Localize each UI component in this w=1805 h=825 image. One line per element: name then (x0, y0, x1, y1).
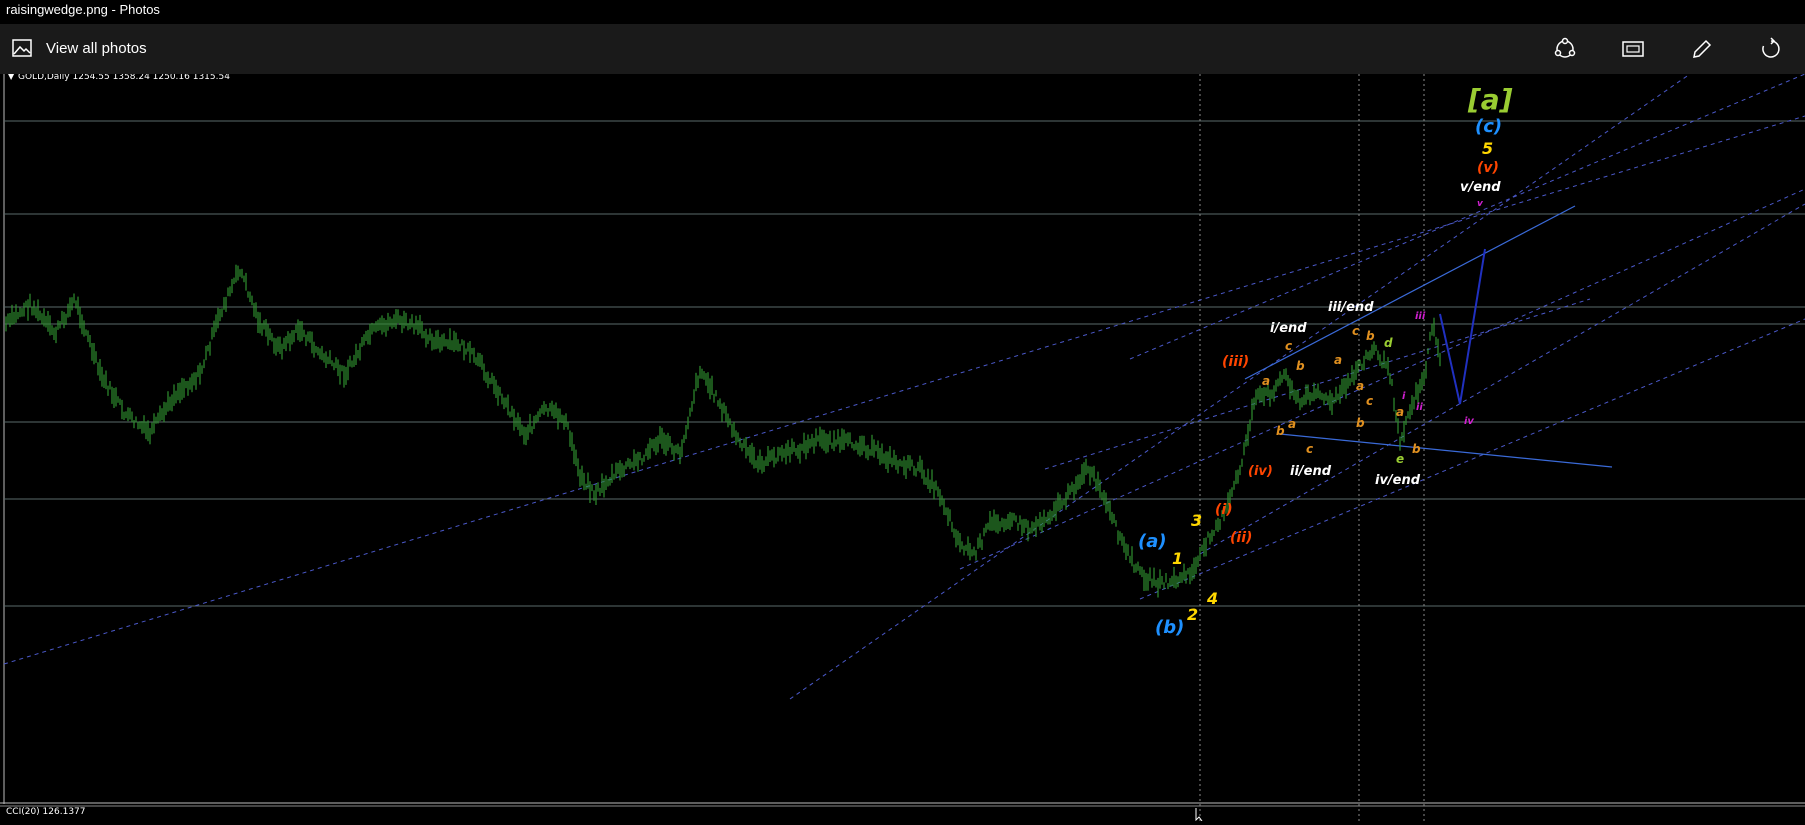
wave-label-v-end: v/end (1460, 180, 1501, 195)
subwave-c: c (1285, 339, 1292, 353)
chart-image: ▼ GOLD,Daily 1254.55 1358.24 1250.16 131… (0, 72, 1805, 822)
wave-label-iii-minor: iii (1415, 311, 1426, 322)
projected-wave-path (1439, 248, 1486, 405)
subwave-a-3: a (1356, 379, 1364, 393)
window-title: raisingwedge.png - Photos (6, 2, 160, 17)
wave-label-5: 5 (1482, 139, 1493, 158)
wave-label-ii-minor: ii (1416, 402, 1423, 413)
horizontal-levels (4, 120, 1805, 607)
cursor-icon (1195, 808, 1203, 822)
subwave-b: b (1296, 359, 1305, 373)
subwave-b-3: b (1356, 416, 1365, 430)
symbol-dropdown-icon: ▼ (8, 74, 15, 81)
wave-label-c: (c) (1475, 116, 1502, 137)
subwave-a-2: a (1334, 353, 1342, 367)
wave-label-iii-end: iii/end (1328, 300, 1374, 315)
rotate-icon[interactable] (1759, 37, 1783, 61)
subwave-e: e (1396, 452, 1404, 466)
wave-label-ii-paren: (ii) (1230, 530, 1252, 546)
share-icon[interactable] (1553, 37, 1577, 61)
wave-label-iii-paren: (iii) (1222, 354, 1249, 370)
trend-channels (3, 73, 1805, 700)
wave-label-b-paren: (b) (1155, 617, 1184, 638)
wave-label-1: 1 (1172, 549, 1183, 568)
subwave-c-3: c (1366, 394, 1373, 408)
subwave-b-4: b (1276, 424, 1285, 438)
wave-label-i-end: i/end (1270, 321, 1307, 336)
wave-label-iv-end: iv/end (1375, 473, 1421, 488)
price-chart: ▼ GOLD,Daily 1254.55 1358.24 1250.16 131… (0, 72, 1805, 822)
subwave-a-4: a (1288, 417, 1296, 431)
wave-label-ii-end: ii/end (1290, 464, 1332, 479)
subwave-a-5: a (1396, 405, 1404, 419)
view-all-photos-button[interactable]: View all photos (12, 38, 147, 58)
subwave-c-2: c (1352, 324, 1359, 338)
slideshow-icon[interactable] (1621, 37, 1645, 61)
wave-label-v-paren: (v) (1477, 160, 1499, 176)
window-titlebar: raisingwedge.png - Photos (0, 0, 1805, 24)
wave-label-a-bracket: [a] (1467, 83, 1513, 116)
wedge-lines (1244, 205, 1613, 468)
wave-label-v-minor: v (1477, 199, 1484, 209)
price-series (5, 264, 1441, 598)
wave-label-4: 4 (1206, 589, 1218, 608)
wave-label-iv-minor: iv (1464, 416, 1474, 427)
wave-label-i-paren: (i) (1215, 502, 1233, 518)
wave-label-3: 3 (1191, 511, 1202, 530)
wave-label-2: 2 (1187, 605, 1198, 624)
photos-toolbar: View all photos (0, 24, 1805, 74)
wave-labels: [a] (c) 5 (v) v/end v iii/end i/end (iii… (1138, 83, 1513, 638)
photos-icon (12, 39, 32, 57)
symbol-header: GOLD,Daily 1254.55 1358.24 1250.16 1315.… (18, 74, 230, 82)
wave-label-iv-paren: (iv) (1248, 464, 1273, 479)
wave-label-i-minor: i (1402, 391, 1406, 402)
view-all-photos-label: View all photos (46, 39, 147, 57)
subwave-a: a (1262, 374, 1270, 388)
indicator-label: CCI(20) 126.1377 (6, 807, 86, 817)
edit-icon[interactable] (1690, 37, 1714, 61)
subwave-b-2: b (1366, 329, 1375, 343)
subwave-b-5: b (1412, 442, 1421, 456)
subwave-c-4: c (1306, 442, 1313, 456)
wave-label-a-paren: (a) (1138, 531, 1167, 552)
subwave-d: d (1384, 336, 1393, 350)
